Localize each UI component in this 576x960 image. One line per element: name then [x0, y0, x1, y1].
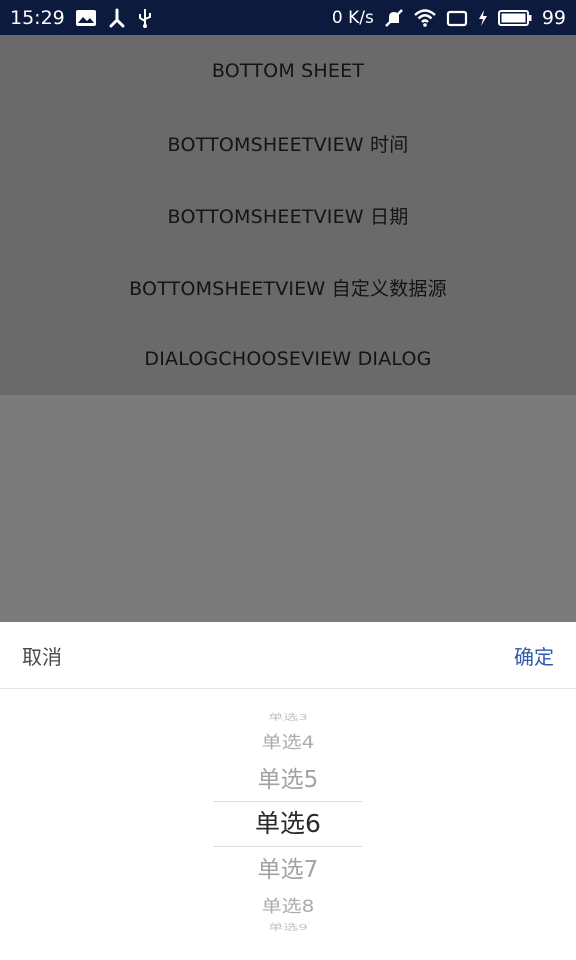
screen-icon [446, 7, 468, 29]
mute-icon [384, 7, 404, 29]
menu-item-dialogchooseview[interactable]: DIALOGCHOOSEVIEW DIALOG [0, 323, 576, 395]
dim-overlay[interactable] [0, 395, 576, 622]
image-icon [75, 7, 97, 29]
menu-item-label: BOTTOMSHEETVIEW 日期 [167, 205, 409, 228]
picker-item[interactable]: 单选4 [0, 731, 576, 753]
status-left: 15:29 [10, 7, 153, 29]
bottom-sheet: 取消 确定 单选3 单选4 单选5 单选6 单选7 单选8 单选9 [0, 622, 576, 960]
status-time: 15:29 [10, 6, 65, 29]
wheel-picker[interactable]: 单选3 单选4 单选5 单选6 单选7 单选8 单选9 [0, 689, 576, 960]
picker-item[interactable]: 单选7 [0, 855, 576, 885]
menu-item-label: BOTTOMSHEETVIEW 时间 [167, 133, 409, 156]
status-right: 0 K/s 99 [332, 7, 566, 29]
confirm-button[interactable]: 确定 [514, 641, 554, 670]
menu-item-bottomsheetview-custom[interactable]: BOTTOMSHEETVIEW 自定义数据源 [0, 251, 576, 323]
main-menu: BOTTOM SHEET BOTTOMSHEETVIEW 时间 BOTTOMSH… [0, 35, 576, 395]
picker-item[interactable]: 单选5 [0, 765, 576, 795]
menu-item-bottomsheetview-time[interactable]: BOTTOMSHEETVIEW 时间 [0, 107, 576, 179]
battery-level: 99 [541, 6, 566, 29]
screen: 15:29 0 K/s 99 BOTTOM SHEET BOTTOMSHEETV… [0, 0, 576, 960]
picker-item-selected[interactable]: 单选6 [0, 807, 576, 841]
menu-item-label: BOTTOM SHEET [211, 60, 365, 82]
battery-icon [497, 7, 532, 29]
usb-debug-icon [107, 7, 127, 29]
network-speed: 0 K/s [331, 7, 374, 28]
status-bar: 15:29 0 K/s 99 [0, 0, 576, 35]
picker-selection-top-line [213, 801, 362, 802]
picker-item[interactable]: 单选9 [0, 922, 576, 933]
picker-item[interactable]: 单选3 [0, 712, 576, 723]
menu-item-label: BOTTOMSHEETVIEW 自定义数据源 [129, 277, 447, 300]
picker-item[interactable]: 单选8 [0, 895, 576, 917]
menu-item-label: DIALOGCHOOSEVIEW DIALOG [144, 348, 432, 370]
charging-icon [478, 7, 488, 29]
menu-item-bottomsheetview-date[interactable]: BOTTOMSHEETVIEW 日期 [0, 179, 576, 251]
cancel-button[interactable]: 取消 [22, 641, 62, 670]
wifi-icon [413, 7, 436, 29]
usb-icon [137, 7, 153, 29]
menu-item-bottom-sheet[interactable]: BOTTOM SHEET [0, 35, 576, 107]
sheet-header: 取消 确定 [0, 622, 576, 689]
picker-selection-bottom-line [213, 846, 362, 847]
